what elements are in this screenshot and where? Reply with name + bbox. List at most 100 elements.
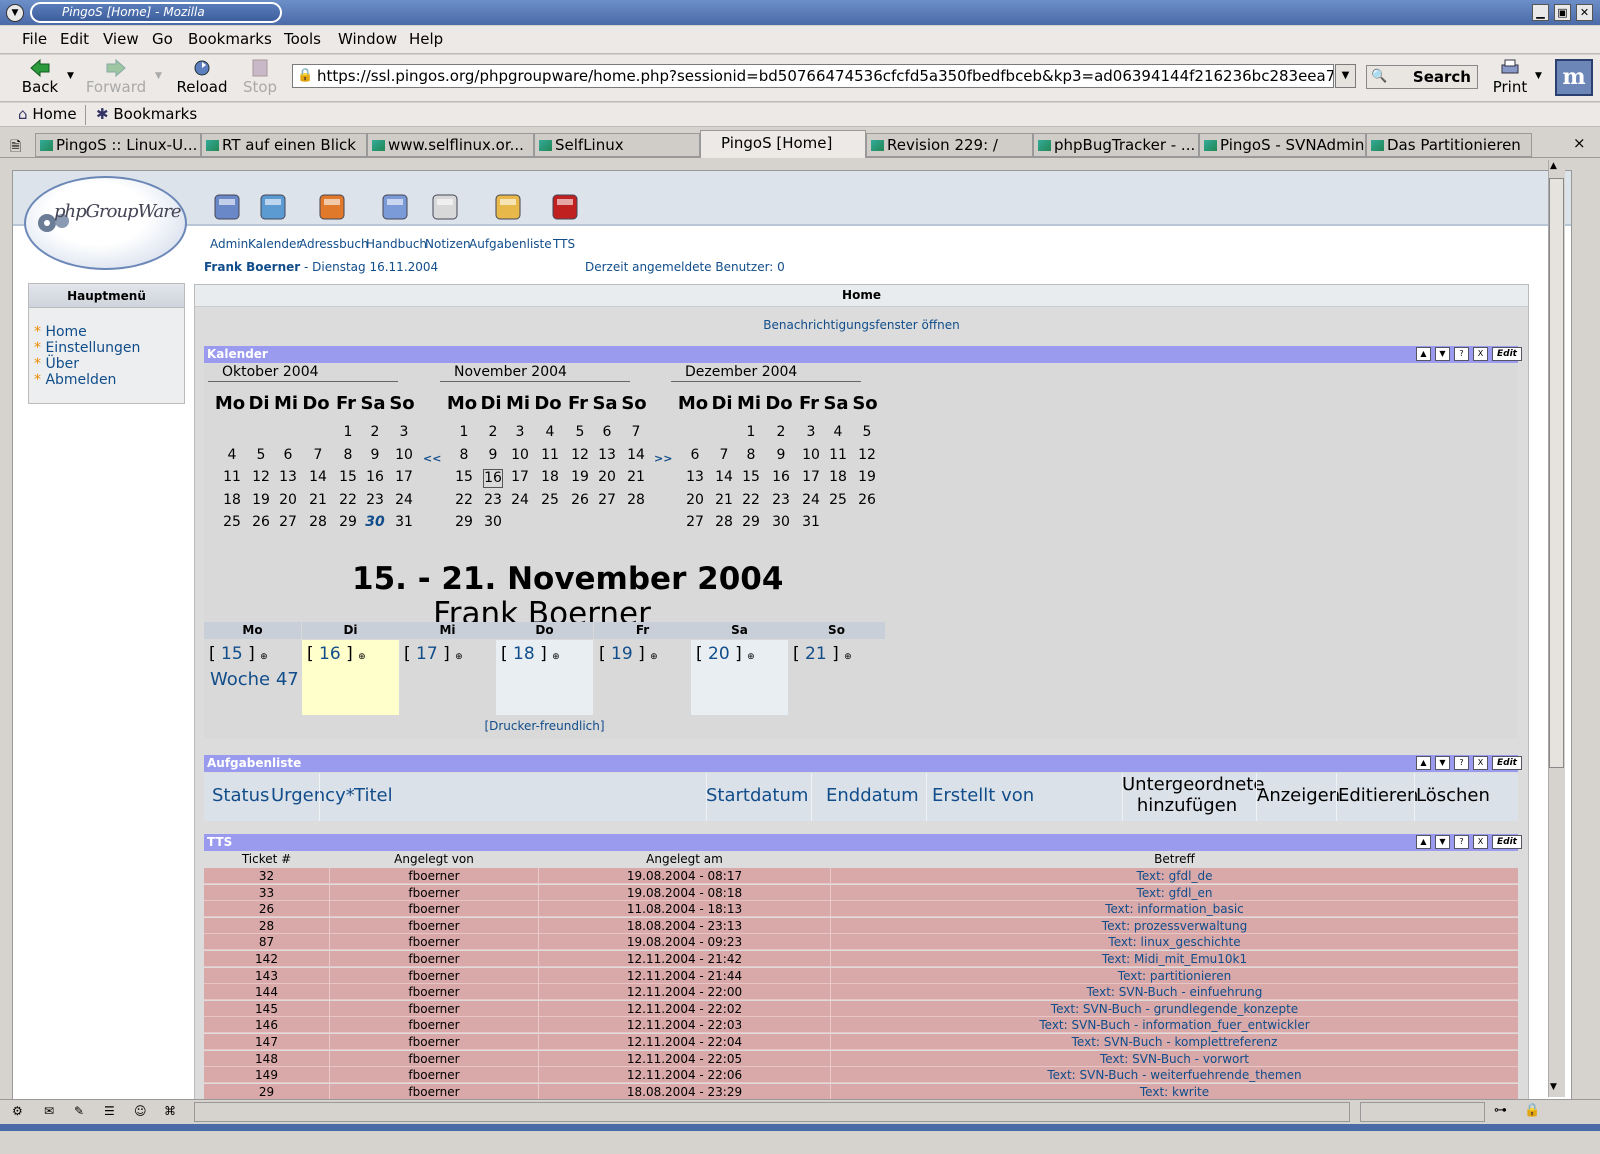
app-link-notizen[interactable]: Notizen (425, 237, 471, 251)
move-down-icon[interactable]: ▼ (1435, 347, 1450, 361)
manual-icon[interactable] (378, 189, 412, 223)
move-up-icon[interactable]: ▲ (1416, 756, 1431, 770)
day-cell[interactable]: 4 (218, 447, 246, 463)
ticket-subject-link[interactable]: Text: linux_geschichte (831, 935, 1518, 949)
day-cell[interactable]: 14 (304, 469, 332, 485)
menu-view[interactable]: View (103, 30, 139, 48)
menu-go[interactable]: Go (152, 30, 173, 48)
tab-4[interactable]: SelfLinux (534, 133, 700, 157)
day-cell[interactable]: 19 (853, 469, 881, 485)
navigator-icon[interactable]: ⚙ (12, 1104, 23, 1118)
day-cell[interactable]: 16 (767, 469, 795, 485)
addressbook-icon[interactable]: ☰ (104, 1104, 115, 1118)
day-link[interactable]: 19 (611, 644, 633, 664)
task-column-enddatum[interactable]: Enddatum (826, 785, 919, 806)
mozilla-throbber-icon[interactable]: m (1555, 59, 1593, 96)
day-cell[interactable]: 17 (797, 469, 825, 485)
day-cell[interactable]: 15 (334, 469, 362, 485)
day-link[interactable]: 17 (416, 644, 438, 664)
day-cell[interactable]: 5 (853, 424, 881, 440)
ticket-subject-link[interactable]: Text: prozessverwaltung (831, 919, 1518, 933)
menu-tools[interactable]: Tools (284, 30, 321, 48)
day-cell[interactable]: 17 (506, 469, 534, 485)
ticket-subject-link[interactable]: Text: Midi_mit_Emu10k1 (831, 952, 1518, 966)
day-link[interactable]: 15 (221, 644, 243, 664)
day-cell[interactable]: 22 (450, 492, 478, 508)
menu-bookmarks[interactable]: Bookmarks (188, 30, 272, 48)
day-cell[interactable]: 3 (797, 424, 825, 440)
edit-box-button[interactable]: Edit (1492, 347, 1522, 361)
day-cell[interactable]: 31 (390, 514, 418, 530)
day-cell[interactable]: 26 (247, 514, 275, 530)
day-cell[interactable]: 10 (797, 447, 825, 463)
app-link-aufgabenliste[interactable]: Aufgabenliste (469, 237, 552, 251)
task-column-erstellt-von[interactable]: Erstellt von (932, 785, 1034, 806)
mail-icon[interactable]: ✉ (44, 1104, 54, 1118)
side-item-home[interactable]: * Home (34, 324, 87, 340)
tab-2[interactable]: RT auf einen Blick (201, 133, 367, 157)
day-cell[interactable]: 11 (824, 447, 852, 463)
day-cell[interactable]: 1 (450, 424, 478, 440)
day-cell[interactable]: 7 (710, 447, 738, 463)
app-link-kalender[interactable]: Kalender (248, 237, 301, 251)
tab-8[interactable]: PingoS - SVNAdmin (1199, 133, 1366, 157)
task-column-titel[interactable]: Titel (354, 785, 393, 806)
day-cell[interactable]: 8 (737, 447, 765, 463)
day-cell[interactable]: 4 (824, 424, 852, 440)
search-button[interactable]: 🔍 Search (1366, 65, 1478, 89)
calendar-icon[interactable] (256, 189, 290, 223)
day-cell[interactable]: 6 (593, 424, 621, 440)
tts-ticket-row[interactable]: 26 fboerner 11.08.2004 - 18:13 Text: inform… (204, 901, 1518, 918)
day-cell[interactable]: 2 (479, 424, 507, 440)
maximize-icon[interactable]: ▣ (1554, 4, 1571, 21)
close-icon[interactable]: ✕ (1576, 4, 1593, 21)
stop-button[interactable]: Stop (236, 55, 284, 101)
tts-ticket-row[interactable]: 148 fboerner 12.11.2004 - 22:05 Text: SVN-B… (204, 1050, 1518, 1067)
day-cell[interactable]: 25 (218, 514, 246, 530)
back-dropdown-icon[interactable]: ▼ (67, 71, 74, 81)
tasklist-icon[interactable] (491, 189, 525, 223)
task-column-urgency[interactable]: Urgency* (271, 785, 355, 806)
notes-icon[interactable] (428, 189, 462, 223)
day-cell[interactable]: 29 (334, 514, 362, 530)
day-cell[interactable]: 21 (622, 469, 650, 485)
ticket-subject-link[interactable]: Text: gfdl_en (831, 886, 1518, 900)
day-cell[interactable]: 24 (390, 492, 418, 508)
help-icon[interactable]: ? (1454, 756, 1469, 770)
side-item-einstellungen[interactable]: * Einstellungen (34, 340, 140, 356)
next-month-link[interactable]: >> (654, 452, 672, 465)
tts-ticket-row[interactable]: 147 fboerner 12.11.2004 - 22:04 Text: SVN-B… (204, 1034, 1518, 1050)
bookmarks-menu[interactable]: ✱ Bookmarks (96, 105, 197, 123)
help-icon[interactable]: ? (1454, 347, 1469, 361)
tts-ticket-row[interactable]: 29 fboerner 18.08.2004 - 23:29 Text: kwrite (204, 1083, 1518, 1100)
day-cell[interactable]: 19 (247, 492, 275, 508)
subject-header[interactable]: Betreff (831, 852, 1518, 868)
day-cell[interactable]: 23 (361, 492, 389, 508)
ticket-subject-link[interactable]: Text: kwrite (831, 1085, 1518, 1099)
url-history-dropdown[interactable]: ▼ (1335, 64, 1356, 88)
move-down-icon[interactable]: ▼ (1435, 756, 1450, 770)
admin-icon[interactable] (210, 189, 244, 223)
add-event-icon[interactable]: ⊕ (552, 652, 560, 662)
day-cell[interactable]: 18 (218, 492, 246, 508)
move-down-icon[interactable]: ▼ (1435, 835, 1450, 849)
day-link[interactable]: 18 (513, 644, 535, 664)
bug-icon[interactable] (548, 189, 582, 223)
day-cell[interactable]: 11 (536, 447, 564, 463)
tts-ticket-row[interactable]: 33 fboerner 19.08.2004 - 08:18 Text: gfdl_e… (204, 884, 1518, 901)
tts-ticket-row[interactable]: 146 fboerner 12.11.2004 - 22:03 Text: SVN-B… (204, 1017, 1518, 1034)
app-link-tts[interactable]: TTS (553, 237, 575, 251)
tab-close-button[interactable]: × (1573, 134, 1586, 152)
forward-dropdown-icon[interactable]: ▼ (155, 71, 162, 81)
scrollbar-thumb[interactable] (1549, 178, 1564, 768)
ticket-subject-link[interactable]: Text: information_basic (831, 902, 1518, 916)
task-column-status[interactable]: Status (212, 785, 269, 806)
ticket-subject-link[interactable]: Text: SVN-Buch - weiterfuehrende_themen (831, 1068, 1518, 1082)
day-cell[interactable]: 31 (797, 514, 825, 530)
day-cell[interactable]: 7 (304, 447, 332, 463)
day-cell[interactable]: 15 (737, 469, 765, 485)
tab-6[interactable]: Revision 229: / (866, 133, 1033, 157)
task-column-startdatum[interactable]: Startdatum (706, 785, 808, 806)
edit-box-button[interactable]: Edit (1492, 835, 1522, 849)
ticket-subject-link[interactable]: Text: SVN-Buch - grundlegende_konzepte (831, 1002, 1518, 1016)
